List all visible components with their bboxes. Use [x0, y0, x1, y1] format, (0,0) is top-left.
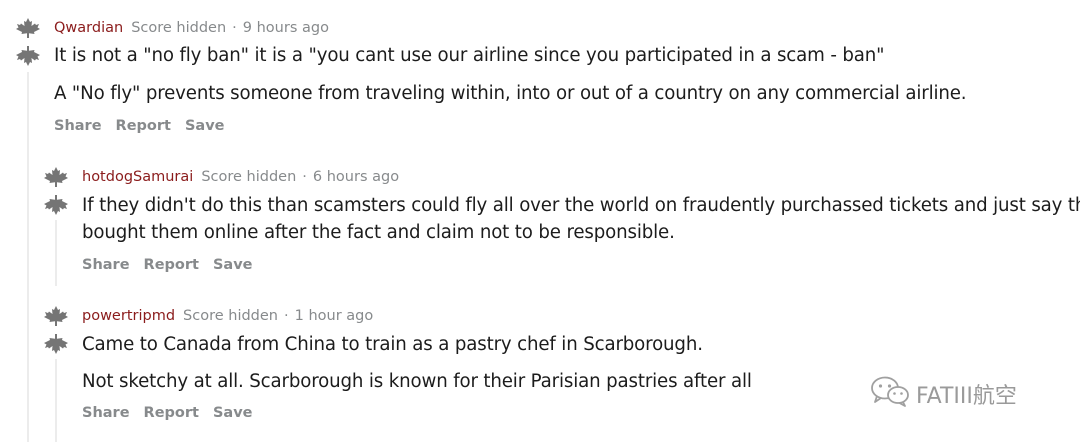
comment-thread: Qwardian Score hidden · 9 hours ago It is n… — [0, 0, 1080, 442]
score-label: Score hidden — [201, 169, 297, 185]
vote-column — [43, 305, 69, 355]
report-button[interactable]: Report — [144, 405, 199, 421]
separator: · — [302, 169, 307, 185]
wechat-icon — [870, 375, 910, 413]
comment-paragraph: Not sketchy at all. Scarborough is known… — [82, 371, 752, 392]
share-button[interactable]: Share — [82, 405, 130, 421]
save-button[interactable]: Save — [185, 118, 225, 134]
comment-actions: Share Report Save — [54, 118, 239, 134]
comment-actions: Share Report Save — [82, 405, 267, 421]
save-button[interactable]: Save — [213, 257, 253, 273]
thread-line[interactable] — [55, 359, 57, 442]
score-label: Score hidden — [183, 308, 278, 324]
share-button[interactable]: Share — [82, 257, 130, 273]
comment-meta: Qwardian Score hidden · 9 hours ago — [54, 20, 329, 36]
maple-leaf-up-icon[interactable] — [43, 305, 69, 327]
thread-line[interactable] — [55, 220, 57, 286]
save-button[interactable]: Save — [213, 405, 253, 421]
comment-paragraph: If they didn't do this than scamsters co… — [82, 195, 1080, 216]
watermark-text: FATIII航空 — [916, 384, 1017, 409]
comment-meta: hotdogSamurai Score hidden · 6 hours ago — [82, 169, 399, 185]
timestamp[interactable]: 9 hours ago — [243, 20, 329, 36]
timestamp[interactable]: 6 hours ago — [313, 169, 399, 185]
timestamp[interactable]: 1 hour ago — [295, 308, 374, 324]
comment-actions: Share Report Save — [82, 257, 267, 273]
maple-leaf-up-icon[interactable] — [15, 17, 41, 39]
separator: · — [284, 308, 289, 324]
author-link[interactable]: hotdogSamurai — [82, 169, 193, 185]
comment-meta: powertripmd Score hidden · 1 hour ago — [82, 308, 373, 324]
maple-leaf-down-icon[interactable] — [43, 194, 69, 216]
maple-leaf-down-icon[interactable] — [15, 45, 41, 67]
thread-line[interactable] — [27, 72, 29, 442]
separator: · — [232, 20, 237, 36]
comment-paragraph: It is not a "no fly ban" it is a "you ca… — [54, 45, 885, 66]
comment-paragraph: A "No fly" prevents someone from traveli… — [54, 83, 967, 104]
watermark: FATIII航空 — [870, 376, 1017, 412]
vote-column — [43, 166, 69, 216]
comment-paragraph: bought them online after the fact and cl… — [82, 222, 675, 243]
report-button[interactable]: Report — [144, 257, 199, 273]
maple-leaf-down-icon[interactable] — [43, 333, 69, 355]
share-button[interactable]: Share — [54, 118, 102, 134]
comment-paragraph: Came to Canada from China to train as a … — [82, 334, 703, 355]
report-button[interactable]: Report — [116, 118, 171, 134]
maple-leaf-up-icon[interactable] — [43, 166, 69, 188]
author-link[interactable]: powertripmd — [82, 308, 175, 324]
vote-column — [15, 17, 41, 67]
author-link[interactable]: Qwardian — [54, 20, 123, 36]
score-label: Score hidden — [131, 20, 227, 36]
